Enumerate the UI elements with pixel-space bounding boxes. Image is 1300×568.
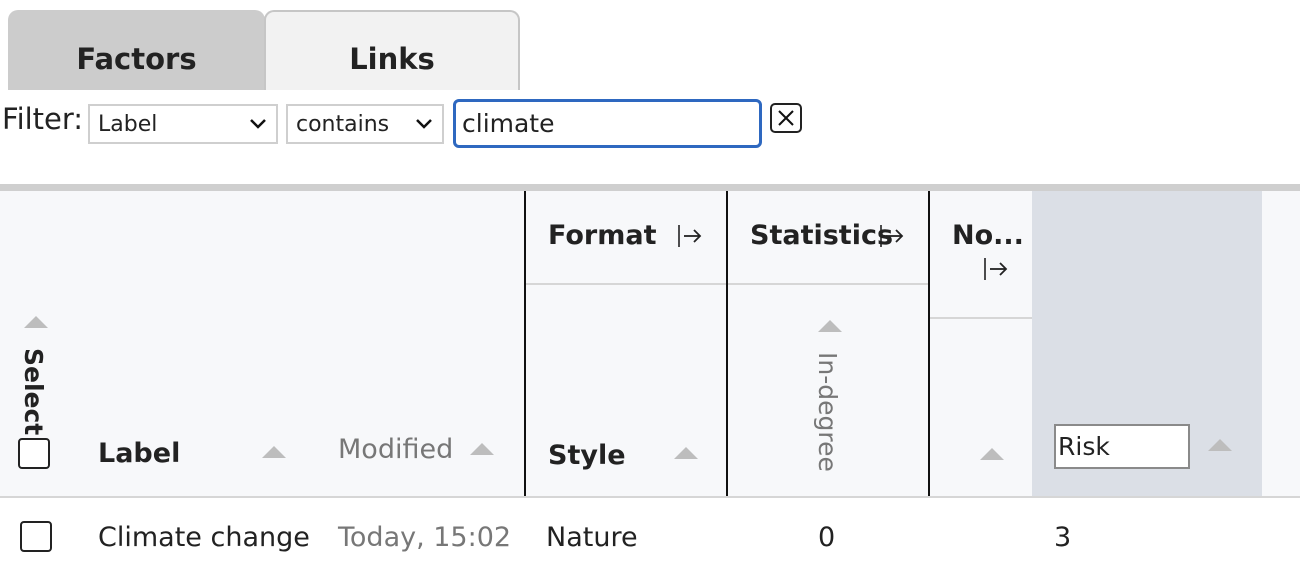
sort-risk-icon[interactable] <box>1208 439 1232 451</box>
filter-field-select[interactable]: Label <box>88 104 278 144</box>
column-divider <box>726 191 728 497</box>
collapse-group-icon[interactable] <box>676 222 704 250</box>
select-all-checkbox[interactable] <box>18 438 50 469</box>
sort-modified-icon[interactable] <box>470 443 494 455</box>
filter-operator-select[interactable]: contains <box>286 104 444 144</box>
row-modified: Today, 15:02 <box>338 522 512 553</box>
sort-select-icon[interactable] <box>24 316 48 328</box>
row-select-checkbox[interactable] <box>20 521 52 552</box>
filter-label: Filter: <box>2 102 84 136</box>
collapse-group-icon[interactable] <box>982 255 1010 283</box>
filter-value-input[interactable] <box>453 99 762 148</box>
row-in-degree: 0 <box>818 522 836 553</box>
table-top-border <box>0 184 1300 191</box>
style-column-title: Style <box>548 440 626 471</box>
group-notes-title: No... <box>952 220 1024 251</box>
group-divider <box>728 283 928 285</box>
sort-in-degree-icon[interactable] <box>818 320 842 332</box>
in-degree-column-title: In-degree <box>813 352 842 472</box>
tab-links[interactable]: Links <box>264 10 520 90</box>
sort-notes-icon[interactable] <box>980 448 1004 460</box>
risk-column-name-input[interactable] <box>1054 424 1190 469</box>
tab-factors[interactable]: Factors <box>8 10 265 90</box>
select-column-title: Select <box>19 348 48 436</box>
close-icon <box>778 110 794 126</box>
chevron-down-icon <box>416 119 432 129</box>
group-format-title: Format <box>548 220 657 251</box>
modified-column-title: Modified <box>338 434 454 465</box>
chevron-down-icon <box>250 119 266 129</box>
group-divider <box>526 283 726 285</box>
table-header-border <box>0 496 1300 498</box>
sort-label-icon[interactable] <box>262 446 286 458</box>
sort-style-icon[interactable] <box>674 447 698 459</box>
row-label[interactable]: Climate change <box>98 522 310 553</box>
clear-filter-button[interactable] <box>770 103 802 133</box>
group-divider <box>930 317 1032 319</box>
label-column-title: Label <box>98 438 181 469</box>
row-risk[interactable]: 3 <box>1054 522 1071 553</box>
row-style[interactable]: Nature <box>546 522 638 553</box>
collapse-group-icon[interactable] <box>878 222 906 250</box>
column-divider <box>928 191 930 497</box>
filter-operator-value: contains <box>296 112 390 137</box>
column-divider <box>524 191 526 497</box>
filter-field-value: Label <box>98 112 158 137</box>
group-statistics-title: Statistics <box>750 220 894 251</box>
